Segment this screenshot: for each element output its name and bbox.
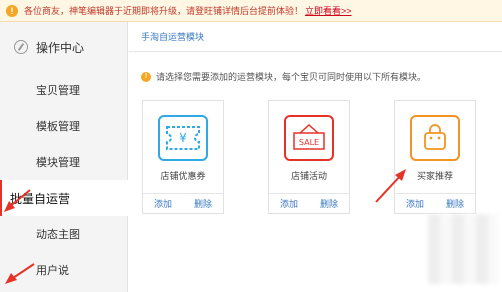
card-actions: 添加 删除 xyxy=(269,193,349,213)
sale-icon-text: SALE xyxy=(299,138,319,147)
sidebar-item-label: 宝贝管理 xyxy=(36,85,80,97)
notice-link[interactable]: 立即看看>> xyxy=(305,4,352,17)
delete-button[interactable]: 删除 xyxy=(194,197,212,210)
module-card-coupon: ¥ 店铺优惠券 添加 删除 xyxy=(142,100,224,214)
warning-icon: ! xyxy=(6,4,18,17)
sidebar-item-label: 动态主图 xyxy=(36,229,80,241)
bag-icon xyxy=(410,115,460,161)
breadcrumb: 手淘自运营模块 xyxy=(129,22,502,52)
add-button[interactable]: 添加 xyxy=(154,197,172,210)
hint-text: 请选择您需要添加的运营模块，每个宝贝可同时使用以下所有模块。 xyxy=(156,72,427,82)
sidebar-header-label: 操作中心 xyxy=(36,40,85,55)
compass-icon xyxy=(14,40,28,54)
delete-button[interactable]: 删除 xyxy=(320,197,338,210)
main-panel: 手淘自运营模块 ! 请选择您需要添加的运营模块，每个宝贝可同时使用以下所有模块。… xyxy=(129,22,502,292)
sale-icon: SALE xyxy=(284,115,334,161)
module-card-shop-activity: SALE 店铺活动 添加 删除 xyxy=(268,100,350,214)
hint-message: ! 请选择您需要添加的运营模块，每个宝贝可同时使用以下所有模块。 xyxy=(141,70,426,83)
annotation-arrow-batch xyxy=(4,189,31,212)
coupon-icon: ¥ xyxy=(158,115,208,161)
annotation-arrow-buyer-recommend xyxy=(375,169,406,203)
info-icon: ! xyxy=(141,71,151,82)
add-button[interactable]: 添加 xyxy=(280,197,298,210)
sidebar-item-label: 模块管理 xyxy=(36,157,80,169)
sidebar-item-templates[interactable]: 模板管理 xyxy=(0,108,127,144)
sidebar-item-dynamic-main-image[interactable]: 动态主图 xyxy=(0,216,127,252)
card-actions: 添加 删除 xyxy=(143,193,223,213)
card-title: 店铺活动 xyxy=(290,171,327,181)
sidebar-item-label: 模板管理 xyxy=(36,121,80,133)
annotation-arrow-user-reviews xyxy=(5,263,35,284)
sidebar-item-products[interactable]: 宝贝管理 xyxy=(0,72,127,108)
notice-bar: ! 各位商友，神笔编辑器于近期即将升级，请登旺铺详情后台提前体验！ 立即看看>> xyxy=(0,0,502,22)
notice-text: 各位商友，神笔编辑器于近期即将升级，请登旺铺详情后台提前体验！ xyxy=(24,6,304,16)
delete-button[interactable]: 删除 xyxy=(446,197,464,210)
sidebar-header: 操作中心 xyxy=(0,22,127,72)
blurred-area xyxy=(428,214,498,284)
breadcrumb-label: 手淘自运营模块 xyxy=(141,32,205,42)
svg-text:¥: ¥ xyxy=(179,131,187,145)
card-title: 店铺优惠券 xyxy=(160,171,206,181)
